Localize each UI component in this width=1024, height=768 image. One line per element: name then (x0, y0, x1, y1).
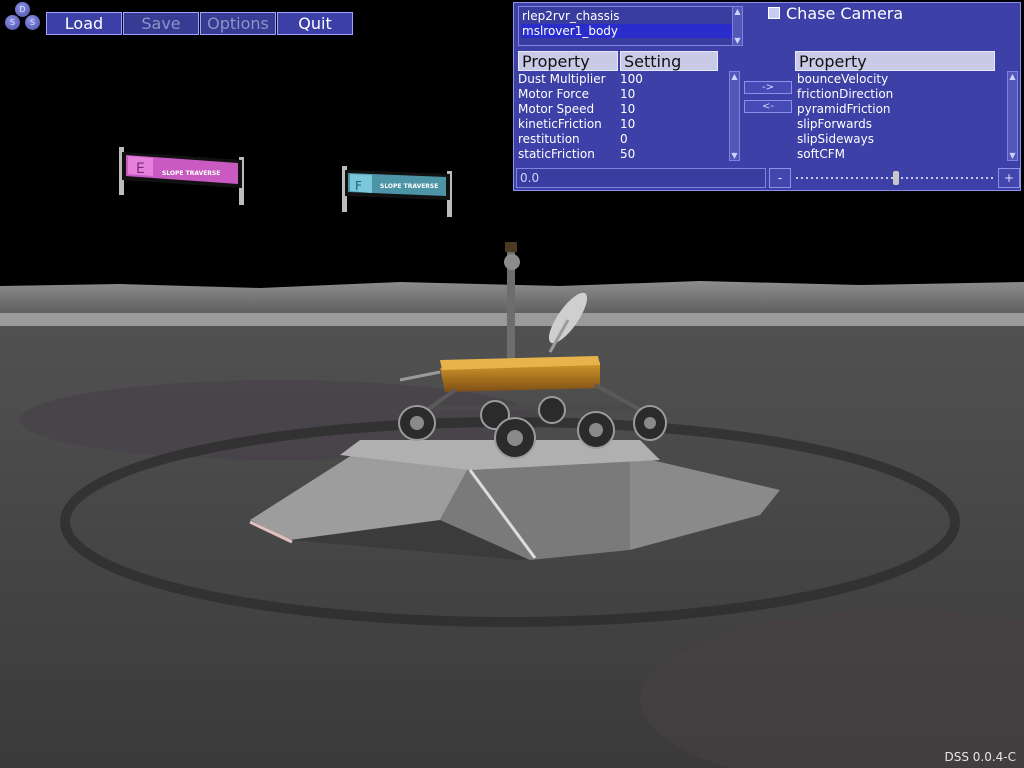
list-item[interactable]: slipForwards (797, 117, 872, 131)
chase-camera-label: Chase Camera (786, 4, 904, 23)
list-item[interactable]: bounceVelocity (797, 72, 888, 86)
scroll-up-icon[interactable]: ▲ (1008, 72, 1017, 81)
property-editor-panel: rlep2rvr_chassis mslrover1_body ▲ ▼ Chas… (513, 2, 1021, 191)
logo-hex-d: D (15, 2, 30, 17)
setting-column-header[interactable]: Setting (620, 51, 718, 71)
table-row[interactable]: staticFriction 50 (518, 147, 635, 161)
chase-camera-checkbox[interactable] (768, 7, 780, 19)
table-row[interactable]: Motor Speed 10 (518, 102, 635, 116)
decrement-button[interactable]: - (769, 168, 791, 188)
available-property-header[interactable]: Property (795, 51, 995, 71)
top-menu: Load Save Options Quit (46, 12, 353, 37)
scroll-up-icon[interactable]: ▲ (733, 7, 742, 16)
logo-hex-s1: S (5, 15, 20, 30)
list-item[interactable]: softCFM (797, 147, 845, 161)
sign-left-text: SLOPE TRAVERSE (162, 170, 220, 177)
sign-right-letter: F (355, 179, 362, 193)
object-list-item[interactable]: rlep2rvr_chassis (522, 9, 620, 23)
object-list-item-selected[interactable]: mslrover1_body (521, 24, 732, 38)
scroll-up-icon[interactable]: ▲ (730, 72, 739, 81)
sign-right-text: SLOPE TRAVERSE (380, 183, 438, 190)
list-item[interactable]: pyramidFriction (797, 102, 891, 116)
scroll-down-icon[interactable]: ▼ (730, 151, 739, 160)
property-grid-scrollbar[interactable]: ▲ ▼ (729, 71, 740, 161)
list-item[interactable]: slipSideways (797, 132, 874, 146)
version-label: DSS 0.0.4-C (944, 750, 1016, 764)
add-property-button[interactable]: -> (744, 81, 792, 94)
table-row[interactable]: Motor Force 10 (518, 87, 635, 101)
remove-property-button[interactable]: <- (744, 100, 792, 113)
available-list-scrollbar[interactable]: ▲ ▼ (1007, 71, 1018, 161)
value-input[interactable]: 0.0 (516, 168, 766, 188)
scroll-down-icon[interactable]: ▼ (1008, 151, 1017, 160)
table-row[interactable]: kineticFriction 10 (518, 117, 635, 131)
sign-left-letter: E (136, 161, 145, 177)
table-row[interactable]: restitution 0 (518, 132, 628, 146)
logo-hex-s2: S (25, 15, 40, 30)
slider-thumb[interactable] (893, 171, 899, 185)
list-item[interactable]: frictionDirection (797, 87, 893, 101)
property-column-header[interactable]: Property (518, 51, 618, 71)
load-button[interactable]: Load (46, 12, 122, 35)
scroll-down-icon[interactable]: ▼ (733, 36, 742, 45)
quit-button[interactable]: Quit (277, 12, 353, 35)
options-button[interactable]: Options (200, 12, 276, 35)
value-slider[interactable] (796, 171, 996, 185)
object-list[interactable]: rlep2rvr_chassis mslrover1_body (518, 6, 741, 46)
dss-logo: D S S (3, 2, 43, 32)
save-button[interactable]: Save (123, 12, 199, 35)
object-list-scrollbar[interactable]: ▲ ▼ (732, 6, 743, 46)
table-row[interactable]: Dust Multiplier 100 (518, 72, 643, 86)
increment-button[interactable]: + (998, 168, 1020, 188)
